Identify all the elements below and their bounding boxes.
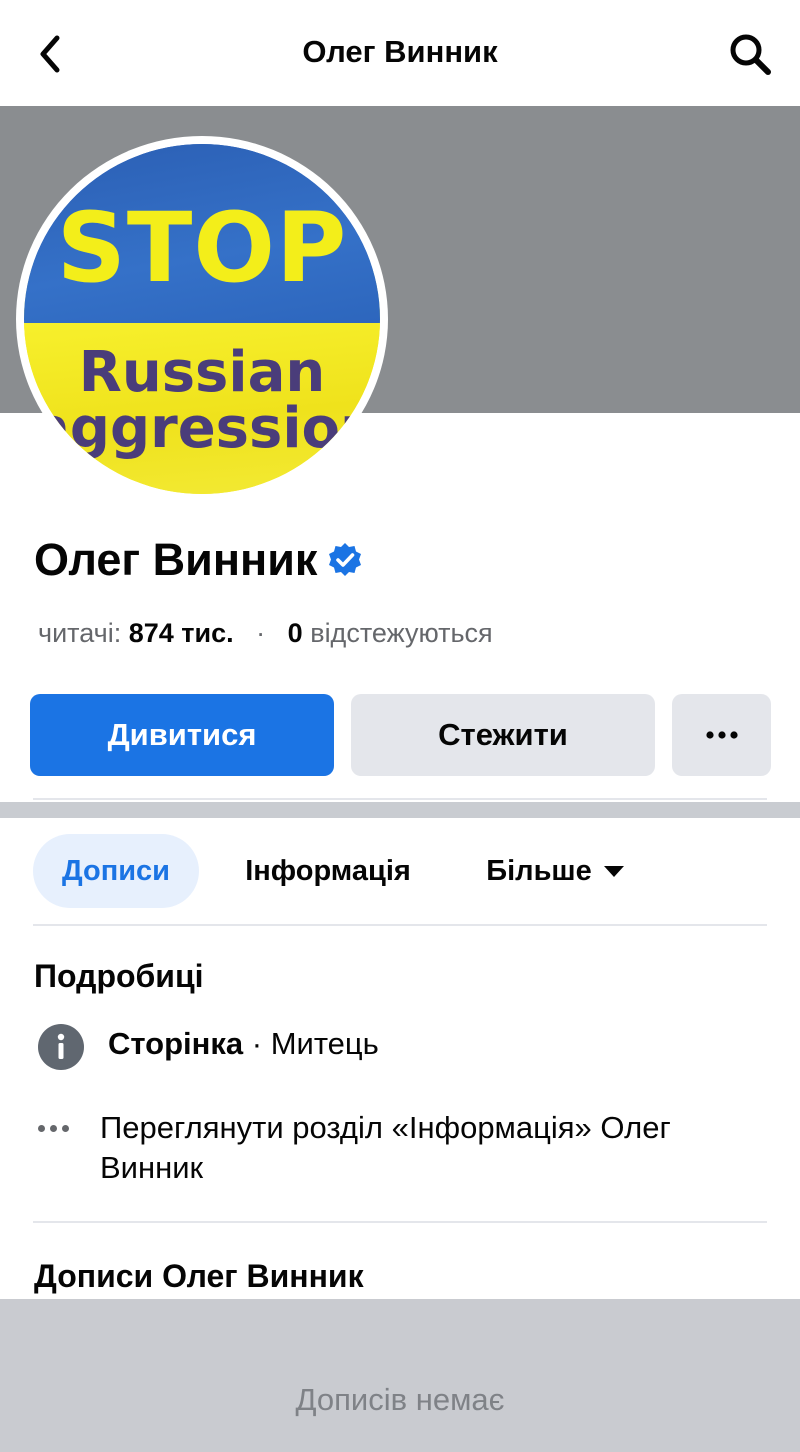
following-count[interactable]: 0 — [288, 618, 303, 648]
posts-heading: Дописи Олег Винник — [34, 1258, 364, 1294]
see-about-line2: Винник — [100, 1150, 204, 1185]
profile-name-row: Олег Винник — [34, 532, 363, 588]
see-about-line1: Переглянути розділ «Інформація» Олег — [100, 1110, 671, 1145]
divider — [33, 798, 767, 800]
tab-more[interactable]: Більше — [470, 834, 640, 908]
section-separator — [0, 802, 800, 818]
posts-empty-area — [0, 1299, 800, 1452]
detail-category-row: Сторінка · Митець — [38, 1024, 379, 1070]
profile-avatar[interactable]: STOP Russian aggression — [16, 136, 388, 502]
more-options-button[interactable] — [672, 694, 771, 776]
see-about-link[interactable]: Переглянути розділ «Інформація» Олег Вин… — [100, 1108, 671, 1188]
more-dots-icon — [38, 1108, 84, 1148]
avatar-stop-text: STOP — [56, 192, 348, 304]
view-button[interactable]: Дивитися — [30, 694, 334, 776]
stats-separator: · — [256, 618, 266, 648]
more-dots-icon — [705, 731, 738, 739]
avatar-image: STOP Russian aggression — [24, 144, 380, 494]
no-posts-message: Дописів немає — [295, 1382, 505, 1417]
details-heading: Подробиці — [34, 958, 204, 994]
avatar-text-line2: aggression — [32, 396, 380, 461]
follow-button[interactable]: Стежити — [351, 694, 655, 776]
tab-info[interactable]: Інформація — [222, 834, 434, 908]
divider — [33, 924, 767, 926]
tab-posts[interactable]: Дописи — [33, 834, 199, 908]
followers-label: читачі: — [38, 618, 122, 648]
search-button[interactable] — [724, 28, 776, 80]
caret-down-icon — [603, 865, 624, 877]
tab-more-label: Більше — [486, 854, 592, 887]
following-label: відстежуються — [310, 618, 493, 648]
verified-badge-icon — [327, 542, 363, 578]
profile-name: Олег Винник — [34, 534, 318, 585]
category-type: Сторінка — [108, 1026, 244, 1061]
followers-count[interactable]: 874 тис. — [129, 618, 234, 648]
page-title: Олег Винник — [302, 34, 498, 69]
divider — [33, 1221, 767, 1223]
see-about-row[interactable]: Переглянути розділ «Інформація» Олег Вин… — [38, 1108, 671, 1188]
info-icon — [38, 1024, 84, 1070]
category-value: · Митець — [243, 1026, 379, 1061]
search-icon — [730, 34, 771, 75]
category-text: Сторінка · Митець — [108, 1024, 379, 1064]
top-navigation-bar: Олег Винник — [0, 0, 800, 106]
profile-stats: читачі: 874 тис. · 0 відстежуються — [38, 618, 493, 649]
